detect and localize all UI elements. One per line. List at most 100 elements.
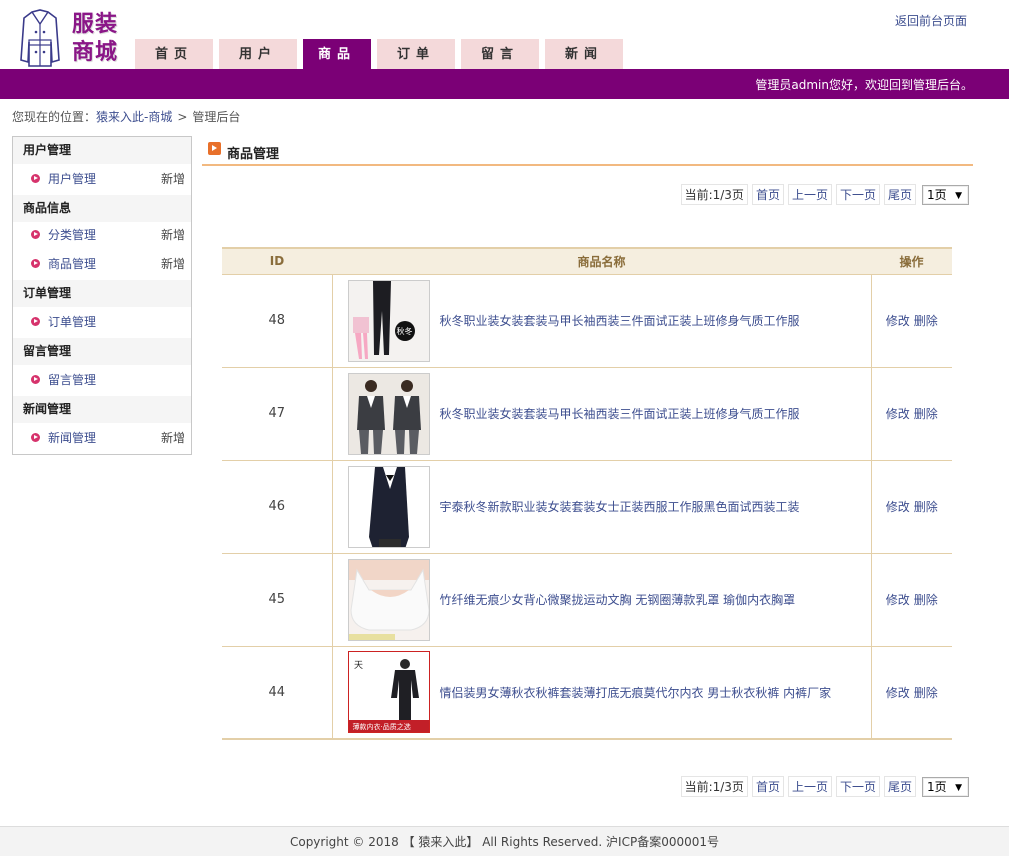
add-user-link[interactable]: 新增 [161, 164, 185, 195]
delete-link[interactable]: 删除 [914, 314, 938, 328]
product-name-link[interactable]: 秋冬职业装女装套装马甲长袖西装三件面试正装上班修身气质工作服 [440, 405, 800, 422]
pager-current: 当前:1/3页 [680, 776, 748, 797]
product-thumbnail[interactable]: 秋冬 [347, 279, 430, 362]
product-name-link[interactable]: 情侣装男女薄秋衣秋裤套装薄打底无痕莫代尔内衣 男士秋衣秋裤 内裤厂家 [440, 684, 832, 701]
pager-current: 当前:1/3页 [680, 184, 748, 205]
product-name-link[interactable]: 竹纤维无痕少女背心微聚拢运动文胸 无钢圈薄款乳罩 瑜伽内衣胸罩 [440, 591, 796, 608]
table-row: 47 秋冬职业装女装套装马甲长袖西装三件面试正装上班修身气质工作服 修改 删除 [222, 367, 952, 461]
page-select[interactable]: 1页 [922, 184, 969, 205]
back-to-frontend-link[interactable]: 返回前台页面 [895, 12, 967, 29]
section-header: 商品管理 [202, 136, 973, 166]
page-select[interactable]: 1页 [922, 776, 969, 797]
table-row: 45 竹纤维无痕少女背心微聚拢运动文胸 无钢圈薄款乳罩 瑜伽内衣胸罩 修改 删除 [222, 553, 952, 647]
table-row: 44 天 薄款内衣·品质之选 情侣装男女薄秋衣秋裤套装薄打底无痕莫代尔内衣 男士 [222, 646, 952, 740]
page-title: 商品管理 [227, 147, 280, 162]
add-news-link[interactable]: 新增 [161, 423, 185, 454]
sidebar-group-products: 商品信息 [13, 195, 191, 222]
logo-line1: 服装 [72, 11, 119, 37]
copyright-text: Copyright © 2018 【 猿来入此】 All Rights Rese… [289, 835, 720, 849]
breadcrumb: 您现在的位置：猿来入此-商城 > 管理后台 [12, 108, 240, 125]
edit-link[interactable]: 修改 [886, 593, 910, 607]
breadcrumb-prefix: 您现在的位置： [12, 110, 97, 124]
pager-next-button[interactable]: 下一页 [835, 776, 880, 797]
sidebar-item-user-management[interactable]: 用户管理 新增 [13, 164, 191, 195]
sidebar-group-news: 新闻管理 [13, 396, 191, 423]
nav-users[interactable]: 用户 [219, 39, 297, 69]
breadcrumb-home-link[interactable]: 猿来入此-商城 [96, 110, 172, 124]
footer: Copyright © 2018 【 猿来入此】 All Rights Rese… [0, 826, 1009, 856]
row-actions: 修改 删除 [871, 274, 952, 368]
pager-first-button[interactable]: 首页 [751, 184, 784, 205]
add-product-link[interactable]: 新增 [161, 249, 185, 280]
sidebar-item-order-management[interactable]: 订单管理 [13, 307, 191, 338]
edit-link[interactable]: 修改 [886, 686, 910, 700]
breadcrumb-current: 管理后台 [192, 110, 241, 124]
row-id: 47 [222, 367, 333, 461]
pager-last-button[interactable]: 尾页 [883, 776, 916, 797]
sidebar: 用户管理 用户管理 新增 商品信息 分类管理 新增 商品管理 新增 订单管理 订… [12, 136, 192, 455]
product-cell: 天 薄款内衣·品质之选 情侣装男女薄秋衣秋裤套装薄打底无痕莫代尔内衣 男士秋衣秋… [333, 651, 871, 734]
row-id: 48 [222, 274, 333, 368]
product-name-link[interactable]: 秋冬职业装女装套装马甲长袖西装三件面试正装上班修身气质工作服 [440, 312, 800, 329]
pager-top: 当前:1/3页 首页 上一页 下一页 尾页 1页 [680, 184, 969, 205]
sidebar-item-label[interactable]: 商品管理 [48, 257, 96, 271]
thumb-badge: 秋冬 [396, 326, 413, 336]
product-thumbnail[interactable] [347, 558, 430, 641]
delete-link[interactable]: 删除 [914, 686, 938, 700]
product-thumbnail[interactable] [347, 372, 430, 455]
sidebar-item-label[interactable]: 订单管理 [48, 315, 96, 329]
sidebar-item-label[interactable]: 留言管理 [48, 373, 96, 387]
delete-link[interactable]: 删除 [914, 407, 938, 421]
sidebar-item-label[interactable]: 用户管理 [48, 172, 96, 186]
product-cell: 宇泰秋冬新款职业装女装套装女士正装西服工作服黑色面试西装工装 [333, 465, 871, 548]
pager-first-button[interactable]: 首页 [751, 776, 784, 797]
delete-link[interactable]: 删除 [914, 500, 938, 514]
add-category-link[interactable]: 新增 [161, 222, 185, 249]
logo-text: 服装 商城 [72, 10, 118, 66]
edit-link[interactable]: 修改 [886, 407, 910, 421]
black-suit-image [348, 466, 429, 547]
thermal-underwear-image: 天 [348, 652, 429, 733]
row-id: 46 [222, 460, 333, 554]
top-bar: 管理员admin您好，欢迎回到管理后台。 [0, 69, 1009, 99]
sidebar-group-messages: 留言管理 [13, 338, 191, 365]
breadcrumb-separator: > [177, 110, 188, 124]
sidebar-group-orders: 订单管理 [13, 280, 191, 307]
arrow-bullet-icon [31, 317, 40, 326]
product-name-link[interactable]: 宇泰秋冬新款职业装女装套装女士正装西服工作服黑色面试西装工装 [440, 498, 800, 515]
edit-link[interactable]: 修改 [886, 314, 910, 328]
logo[interactable]: 服装 商城 [18, 8, 128, 68]
pager-bottom: 当前:1/3页 首页 上一页 下一页 尾页 1页 [680, 776, 969, 797]
sports-bra-image [348, 559, 429, 640]
pager-last-button[interactable]: 尾页 [883, 184, 916, 205]
trousers-image [348, 280, 429, 361]
product-thumbnail[interactable]: 天 薄款内衣·品质之选 [347, 651, 430, 734]
row-id: 45 [222, 553, 333, 647]
product-cell: 竹纤维无痕少女背心微聚拢运动文胸 无钢圈薄款乳罩 瑜伽内衣胸罩 [333, 558, 871, 641]
nav-messages[interactable]: 留言 [461, 39, 539, 69]
pager-prev-button[interactable]: 上一页 [787, 776, 832, 797]
sidebar-item-news-management[interactable]: 新闻管理 新增 [13, 423, 191, 454]
arrow-bullet-icon [31, 174, 40, 183]
header-name: 商品名称 [332, 247, 871, 275]
sidebar-item-label[interactable]: 新闻管理 [48, 431, 96, 445]
product-cell: 秋冬职业装女装套装马甲长袖西装三件面试正装上班修身气质工作服 [333, 372, 871, 455]
pager-prev-button[interactable]: 上一页 [787, 184, 832, 205]
product-thumbnail[interactable] [347, 465, 430, 548]
sidebar-item-category-management[interactable]: 分类管理 新增 [13, 222, 191, 249]
table-row: 46 宇泰秋冬新款职业装女装套装女士正装西服工作服黑色面试西装工装 修改 删除 [222, 460, 952, 554]
delete-link[interactable]: 删除 [914, 593, 938, 607]
nav-news[interactable]: 新闻 [545, 39, 623, 69]
nav-products[interactable]: 商品 [303, 39, 371, 69]
sidebar-item-label[interactable]: 分类管理 [48, 228, 96, 242]
table-row: 48 秋冬 秋冬职业装女装套装马甲长袖西装三件面试正装上班修身气质工作服 修改 … [222, 274, 952, 368]
sidebar-item-product-management[interactable]: 商品管理 新增 [13, 249, 191, 280]
nav-home[interactable]: 首页 [135, 39, 213, 69]
pager-next-button[interactable]: 下一页 [835, 184, 880, 205]
row-actions: 修改 删除 [871, 553, 952, 647]
sidebar-item-message-management[interactable]: 留言管理 [13, 365, 191, 396]
thumb-banner: 薄款内衣·品质之选 [352, 723, 411, 732]
main-nav: 首页 用户 商品 订单 留言 新闻 [135, 39, 629, 69]
edit-link[interactable]: 修改 [886, 500, 910, 514]
nav-orders[interactable]: 订单 [377, 39, 455, 69]
